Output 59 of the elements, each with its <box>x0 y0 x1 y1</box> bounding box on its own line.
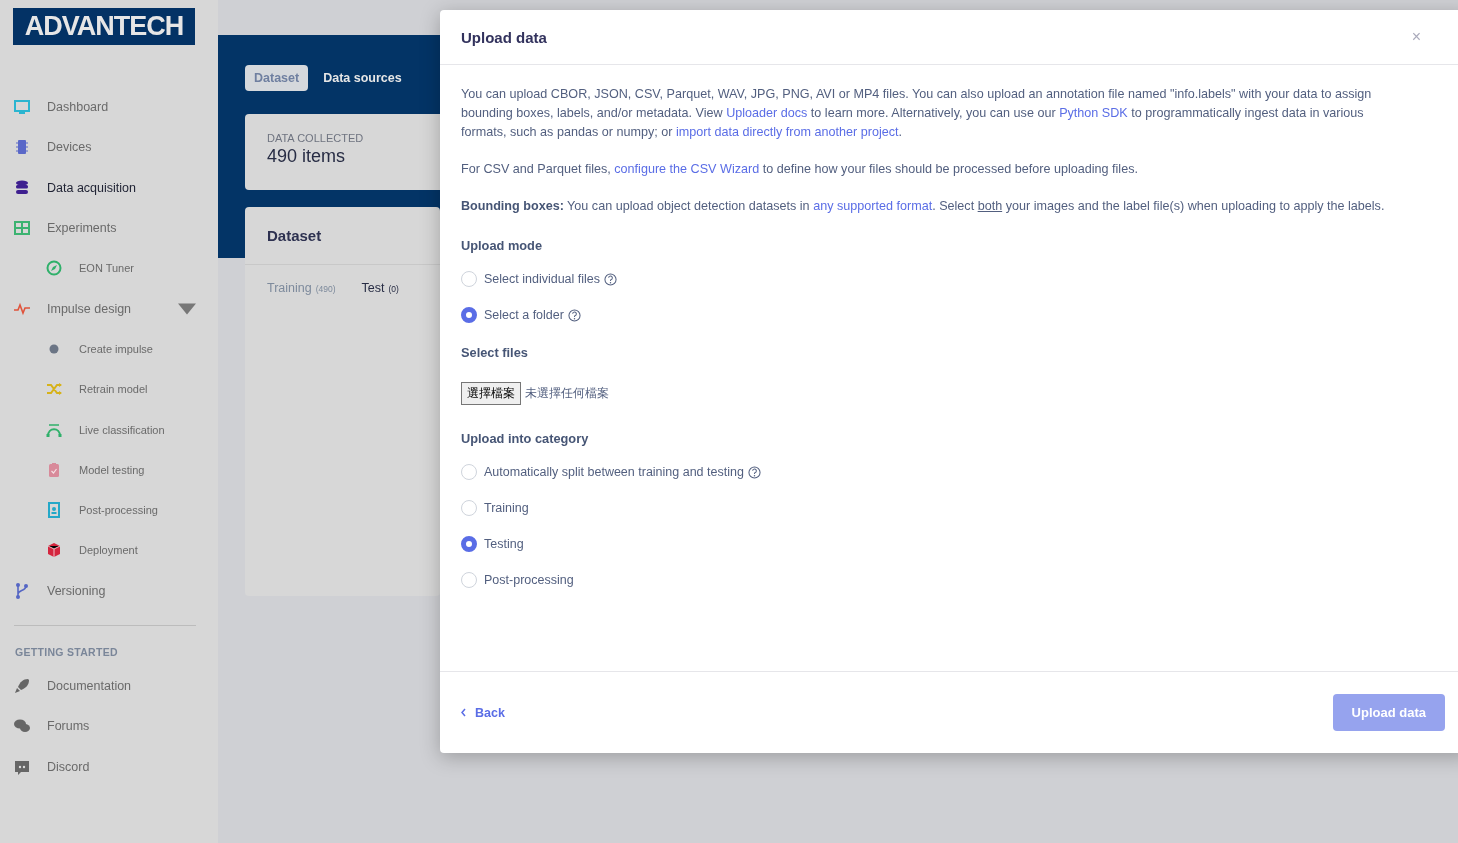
sidebar-item[interactable]: Devices <box>0 127 218 168</box>
chip-icon <box>13 138 31 157</box>
radio-button[interactable] <box>461 536 477 552</box>
link[interactable]: Uploader docs <box>726 106 808 120</box>
option-label: Testing <box>484 537 524 551</box>
section-title: Upload mode <box>461 238 544 253</box>
tab[interactable]: Test (0) <box>361 281 399 295</box>
tab[interactable]: Data sources <box>314 65 411 91</box>
grid-icon <box>13 219 31 238</box>
sidebar-item[interactable]: Create impulse <box>0 328 218 370</box>
summary-label: DATA COLLECTED <box>267 132 365 144</box>
paragraph: For CSV and Parquet files, configure the CSV Wizard to define how your files should be processed before uploading files. <box>461 161 1139 178</box>
tab[interactable]: Dataset <box>245 65 309 91</box>
option-label: Automatically split between training and testing <box>484 465 744 479</box>
option-label: Select individual files <box>484 272 601 286</box>
sidebar-item[interactable]: Dashboard <box>0 87 218 128</box>
sidebar-item[interactable]: Retrain model <box>0 369 218 410</box>
choose-file-button[interactable]: 選擇檔案 <box>461 382 521 405</box>
sidebar-item[interactable]: Live classification <box>0 409 218 450</box>
sidebar-item[interactable]: Experiments <box>0 207 218 249</box>
section-title: Select files <box>461 345 529 360</box>
paragraph: Bounding boxes: You can upload object detection datasets in any supported format. Select both your images and the label file(s) when uploading to apply the labels. <box>461 198 1386 215</box>
section-title: GETTING STARTED <box>15 645 119 658</box>
sidebar-item[interactable]: Forums <box>0 706 218 747</box>
cube-icon <box>45 541 63 560</box>
help-icon[interactable] <box>567 308 581 322</box>
section-title: Upload into category <box>461 431 590 446</box>
id-card-icon <box>45 501 63 520</box>
close-button[interactable]: × <box>1411 28 1421 46</box>
help-icon[interactable] <box>604 272 618 286</box>
logo: ADVANTECH <box>13 8 195 45</box>
sidebar-item[interactable]: Model testing <box>0 449 218 490</box>
option-label: Post-processing <box>484 573 574 587</box>
option-label: Training <box>484 501 529 515</box>
tab[interactable]: Training (490) <box>267 281 336 295</box>
link[interactable]: configure the CSV Wizard <box>614 162 760 176</box>
sidebar-item[interactable]: Deployment <box>0 530 218 571</box>
paragraph: You can upload CBOR, JSON, CSV, Parquet, WAV, JPG, PNG, AVI or MP4 files. You can also upload an annotation file named "info.labels" with your data to assign bounding boxes, labels, and/or metadata. View Uploader docs to learn more. Alternatively, you can use our Python SDK to programmatically ingest data in various formats, such as pandas or numpy; or import data directly from another project. <box>461 86 1373 141</box>
link[interactable]: Python SDK <box>1059 106 1128 120</box>
help-icon[interactable] <box>747 465 761 479</box>
monitor-icon <box>13 98 31 117</box>
back-link[interactable]: Back <box>460 705 1333 720</box>
link[interactable]: import data directly from another project <box>675 125 899 139</box>
branch-icon <box>13 581 31 600</box>
chevron-left-icon <box>460 708 467 717</box>
sidebar-item[interactable]: Versioning <box>0 570 218 611</box>
sidebar-item[interactable]: Impulse design <box>0 288 218 329</box>
option-label: Select a folder <box>484 308 564 322</box>
database-icon <box>13 178 31 197</box>
radio-button[interactable] <box>461 307 477 323</box>
summary-value: 490 items <box>267 146 347 167</box>
dialog-title: Upload data <box>461 28 548 46</box>
sidebar-item[interactable]: Discord <box>0 746 218 787</box>
sidebar-item[interactable]: Documentation <box>0 665 218 707</box>
sidebar-item[interactable]: Data acquisition <box>0 167 218 208</box>
file-status: 未選擇任何檔案 <box>525 385 609 402</box>
compass-icon <box>45 259 63 278</box>
sidebar-item[interactable]: Post-processing <box>0 489 218 531</box>
sidebar-item[interactable]: EON Tuner <box>0 248 218 289</box>
